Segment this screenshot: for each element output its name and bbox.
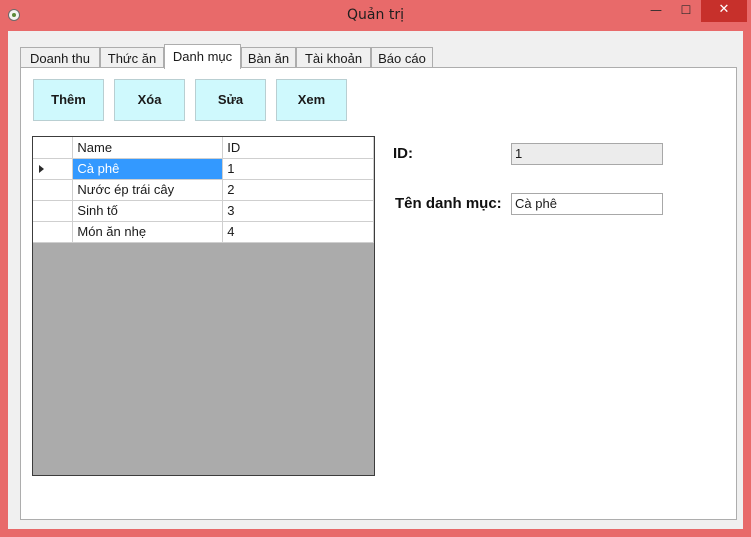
tab-tables[interactable]: Bàn ăn bbox=[241, 47, 296, 68]
edit-button[interactable]: Sửa bbox=[195, 79, 266, 121]
cell-id[interactable]: 2 bbox=[222, 179, 374, 201]
grid-header-row: Name ID bbox=[33, 137, 374, 159]
cell-name[interactable]: Sinh tố bbox=[72, 200, 224, 222]
tab-food[interactable]: Thức ăn bbox=[100, 47, 164, 68]
cell-id[interactable]: 3 bbox=[222, 200, 374, 222]
admin-window: Quản trị — ☐ ✕ Doanh thu Thức ăn Danh mụ… bbox=[0, 0, 751, 537]
category-tab-page: Thêm Xóa Sửa Xem Name ID Cà phê 1 Nước é… bbox=[20, 67, 737, 520]
close-button[interactable]: ✕ bbox=[701, 0, 747, 22]
id-label: ID: bbox=[393, 145, 413, 162]
tab-reports[interactable]: Báo cáo bbox=[371, 47, 433, 68]
table-row[interactable]: Món ăn nhẹ 4 bbox=[33, 221, 374, 243]
row-header-corner[interactable] bbox=[33, 137, 74, 159]
minimize-button[interactable]: — bbox=[641, 0, 671, 22]
delete-button[interactable]: Xóa bbox=[114, 79, 185, 121]
cell-id[interactable]: 1 bbox=[222, 158, 374, 180]
table-row[interactable]: Nước ép trái cây 2 bbox=[33, 179, 374, 201]
title-bar[interactable]: Quản trị — ☐ ✕ bbox=[0, 0, 751, 32]
maximize-button[interactable]: ☐ bbox=[671, 0, 701, 22]
cell-name[interactable]: Món ăn nhẹ bbox=[72, 221, 224, 243]
category-grid[interactable]: Name ID Cà phê 1 Nước ép trái cây 2 Sinh… bbox=[32, 136, 375, 476]
tab-category[interactable]: Danh mục bbox=[164, 44, 241, 69]
table-row[interactable]: Cà phê 1 bbox=[33, 158, 374, 180]
cell-name[interactable]: Cà phê bbox=[72, 158, 224, 180]
id-field[interactable]: 1 bbox=[511, 143, 663, 165]
tab-revenue[interactable]: Doanh thu bbox=[20, 47, 100, 68]
view-button[interactable]: Xem bbox=[276, 79, 347, 121]
column-header-id[interactable]: ID bbox=[222, 137, 374, 159]
cell-name[interactable]: Nước ép trái cây bbox=[72, 179, 224, 201]
window-client-area: Doanh thu Thức ăn Danh mục Bàn ăn Tài kh… bbox=[8, 31, 743, 529]
current-row-arrow-icon bbox=[39, 164, 44, 173]
row-header[interactable] bbox=[33, 158, 74, 180]
category-table: Name ID Cà phê 1 Nước ép trái cây 2 Sinh… bbox=[33, 137, 374, 243]
column-header-name[interactable]: Name bbox=[72, 137, 224, 159]
table-row[interactable]: Sinh tố 3 bbox=[33, 200, 374, 222]
category-name-field[interactable]: Cà phê bbox=[511, 193, 663, 215]
tab-accounts[interactable]: Tài khoản bbox=[296, 47, 371, 68]
row-header[interactable] bbox=[33, 179, 74, 201]
row-header[interactable] bbox=[33, 200, 74, 222]
cell-id[interactable]: 4 bbox=[222, 221, 374, 243]
add-button[interactable]: Thêm bbox=[33, 79, 104, 121]
window-title: Quản trị bbox=[347, 7, 404, 23]
row-header[interactable] bbox=[33, 221, 74, 243]
category-name-label: Tên danh mục: bbox=[395, 195, 502, 212]
